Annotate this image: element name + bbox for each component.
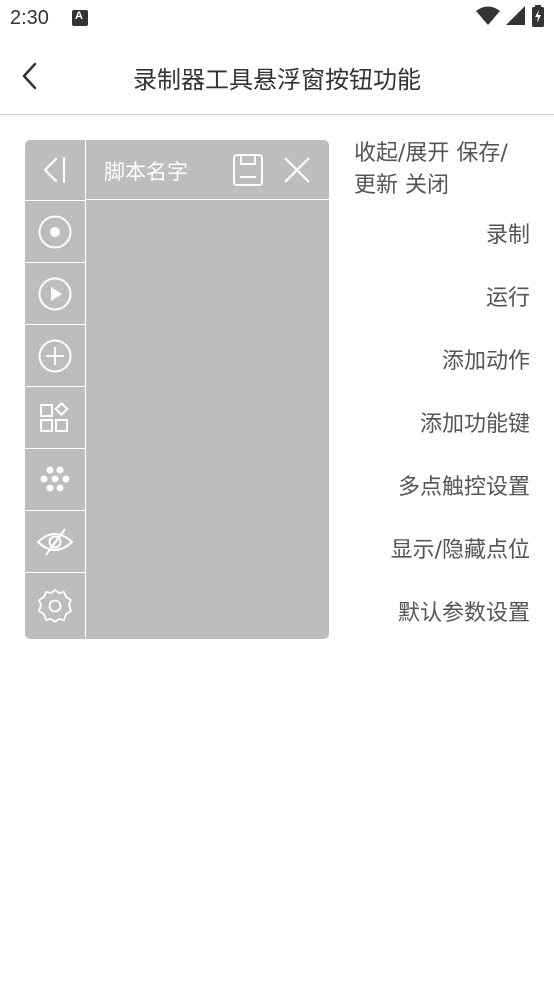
- legend-run: 运行: [485, 286, 530, 311]
- save-icon: [233, 154, 263, 186]
- floating-window-preview: 脚本名字: [25, 140, 329, 639]
- legend-show-hide-points: 显示/隐藏点位: [390, 538, 530, 563]
- battery-charging-icon: [532, 5, 544, 31]
- play-icon: [38, 277, 72, 310]
- run-button[interactable]: [25, 263, 85, 325]
- legend-default-param-settings: 默认参数设置: [397, 601, 530, 626]
- add-action-button[interactable]: [25, 325, 85, 387]
- collapse-icon: [43, 156, 66, 184]
- wifi-icon: [476, 6, 500, 30]
- signal-icon: [506, 6, 526, 30]
- status-time: 2:30: [10, 7, 49, 29]
- legend-collapse-save-close: 收起/展开 保存/ 更新 关闭: [354, 138, 534, 202]
- default-settings-button[interactable]: [25, 573, 85, 639]
- collapse-expand-button[interactable]: [25, 140, 85, 201]
- save-button[interactable]: [230, 151, 266, 189]
- legend-add-function-key: 添加功能键: [419, 412, 530, 437]
- settings-gear-icon: [38, 589, 72, 623]
- side-toolbar: [25, 140, 86, 639]
- notification-a-icon: [72, 10, 88, 26]
- close-button[interactable]: [278, 151, 316, 189]
- close-icon: [284, 157, 310, 183]
- script-name-label[interactable]: 脚本名字: [104, 156, 188, 186]
- legend-line: 收起/展开 保存/: [354, 141, 508, 166]
- panel-header: 脚本名字: [86, 140, 329, 200]
- function-keys-icon: [40, 401, 69, 432]
- multi-touch-button[interactable]: [25, 449, 85, 511]
- legend-multi-touch-settings: 多点触控设置: [397, 475, 530, 500]
- show-hide-points-button[interactable]: [25, 511, 85, 573]
- record-icon: [38, 215, 72, 248]
- add-circle-icon: [38, 339, 72, 372]
- add-function-key-button[interactable]: [25, 387, 85, 449]
- page-title: 录制器工具悬浮窗按钮功能: [133, 66, 421, 94]
- legend-record: 录制: [485, 223, 530, 248]
- legend-add-action: 添加动作: [441, 349, 530, 374]
- status-icons: [476, 5, 544, 31]
- legend-line: 更新 关闭: [354, 173, 449, 198]
- title-bar: 录制器工具悬浮窗按钮功能: [0, 38, 554, 115]
- record-button[interactable]: [25, 201, 85, 263]
- multi-touch-icon: [40, 466, 70, 491]
- eye-hidden-icon: [36, 527, 74, 556]
- status-bar: 2:30: [0, 0, 554, 38]
